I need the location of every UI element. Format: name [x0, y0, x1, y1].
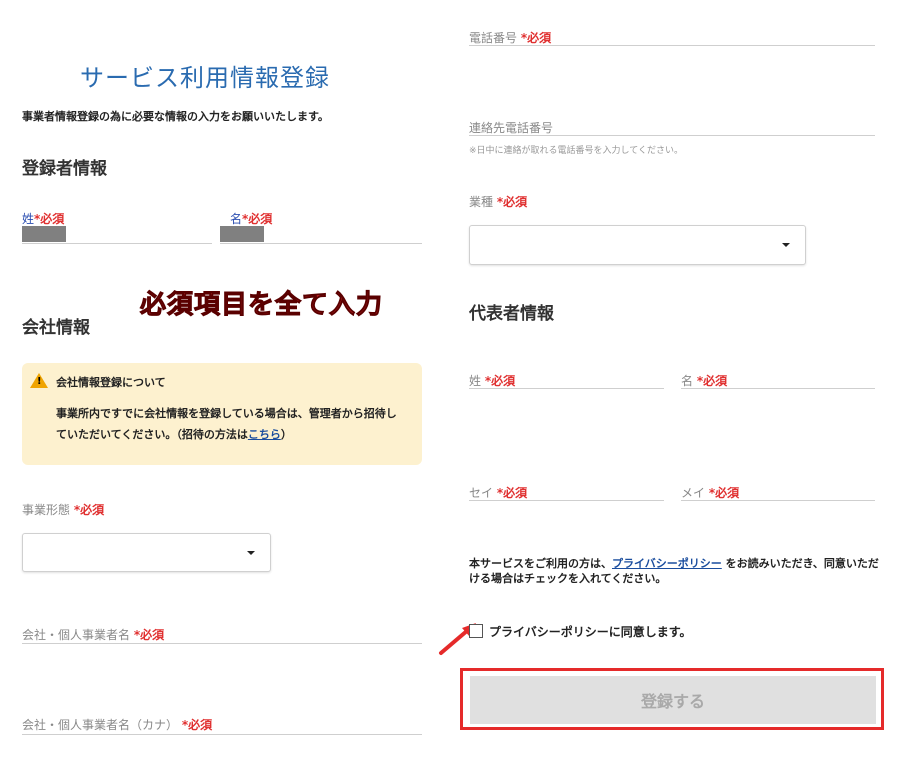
required-mark: *必須 — [696, 374, 728, 388]
contact-phone-label: 連絡先電話番号 — [469, 121, 554, 135]
required-mark: *必須 — [496, 195, 528, 209]
required-mark: *必須 — [34, 212, 65, 226]
company-heading: 会社情報 — [22, 318, 90, 338]
rep-first-name-field[interactable] — [681, 388, 875, 389]
contact-phone-hint: ※日中に連絡が取れる電話番号を入力してください。 — [469, 146, 684, 156]
industry-label: 業種 *必須 — [469, 195, 528, 209]
required-mark: *必須 — [708, 486, 740, 500]
business-type-select[interactable] — [22, 533, 271, 572]
chevron-down-icon — [782, 243, 790, 247]
company-name-kana-field[interactable] — [22, 734, 422, 735]
invite-method-link[interactable]: こちら — [248, 428, 281, 441]
rep-first-name-label: 名 *必須 — [681, 374, 728, 388]
representative-heading: 代表者情報 — [469, 304, 554, 324]
phone-label: 電話番号 *必須 — [469, 31, 552, 45]
annotation-text: 必須項目を全て入力 — [139, 290, 384, 321]
redacted-value — [22, 226, 66, 242]
required-mark: *必須 — [73, 503, 105, 517]
register-button[interactable]: 登録する — [470, 676, 876, 724]
company-notice: ! 会社情報登録について 事業所内ですでに会社情報を登録している場合は、管理者か… — [22, 363, 422, 465]
rep-last-name-kana-label: セイ *必須 — [469, 486, 528, 500]
company-name-field[interactable] — [22, 643, 422, 644]
page-title: サービス利用情報登録 — [80, 64, 330, 92]
registrant-heading: 登録者情報 — [22, 159, 107, 179]
contact-phone-field[interactable] — [469, 135, 875, 136]
notice-title: 会社情報登録について — [56, 376, 166, 389]
phone-field[interactable] — [469, 45, 875, 46]
warning-icon: ! — [30, 373, 48, 388]
page-subtitle: 事業者情報登録の為に必要な情報の入力をお願いいたします。 — [22, 110, 329, 123]
company-name-label: 会社・個人事業者名 *必須 — [22, 628, 165, 642]
registrant-first-name-field[interactable] — [220, 243, 422, 244]
privacy-policy-link[interactable]: プライバシーポリシー — [612, 557, 722, 570]
rep-last-name-kana-field[interactable] — [469, 500, 664, 501]
rep-first-name-kana-label: メイ *必須 — [681, 486, 740, 500]
privacy-agree-checkbox[interactable] — [469, 624, 483, 638]
industry-select[interactable] — [469, 225, 806, 265]
rep-first-name-kana-field[interactable] — [681, 500, 875, 501]
registrant-last-name-label: 姓*必須 — [22, 212, 65, 226]
required-mark: *必須 — [496, 486, 528, 500]
required-mark: *必須 — [181, 718, 213, 732]
privacy-agree-label[interactable]: プライバシーポリシーに同意します。 — [489, 623, 692, 640]
required-mark: *必須 — [133, 628, 165, 642]
chevron-down-icon — [247, 551, 255, 555]
required-mark: *必須 — [520, 31, 552, 45]
redacted-value — [220, 226, 264, 242]
company-name-kana-label: 会社・個人事業者名（カナ） *必須 — [22, 718, 213, 732]
notice-body: 事業所内ですでに会社情報を登録している場合は、管理者から招待していただいてくださ… — [56, 407, 397, 441]
required-mark: *必須 — [242, 212, 273, 226]
rep-last-name-label: 姓 *必須 — [469, 374, 516, 388]
rep-last-name-field[interactable] — [469, 388, 664, 389]
registrant-first-name-label: 名*必須 — [230, 212, 273, 226]
required-mark: *必須 — [484, 374, 516, 388]
business-type-label: 事業形態 *必須 — [22, 503, 105, 517]
registrant-last-name-field[interactable] — [22, 243, 212, 244]
privacy-notice: 本サービスをご利用の方は、プライバシーポリシー をお読みいただき、同意いただける… — [469, 557, 879, 585]
